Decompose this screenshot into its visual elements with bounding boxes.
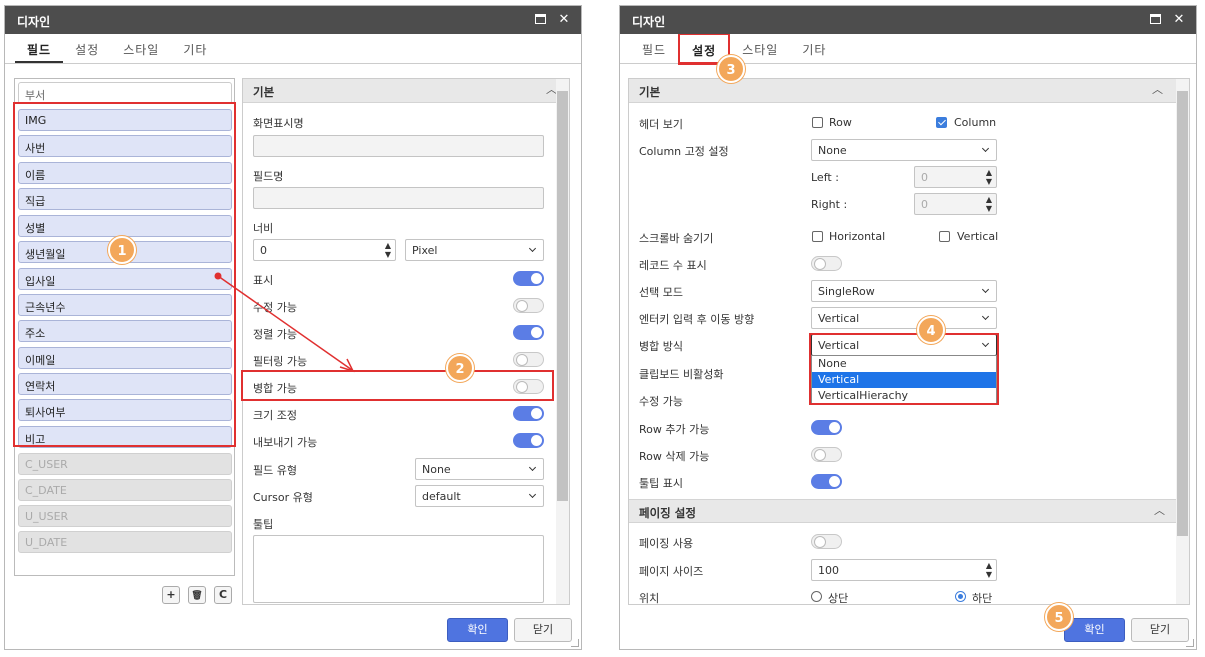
right-input[interactable]: 0 ▲ ▼ (914, 193, 997, 215)
header-view-label: 헤더 보기 (639, 118, 683, 131)
tab-bar: 필드 설정 스타일 기타 (620, 33, 1196, 65)
highlight-box-merge-dropdown (809, 333, 999, 405)
design-dialog-settings: 디자인 ✕ 필드 설정 스타일 기타 기본 ︿ 헤더 보기 Row Column … (619, 5, 1197, 650)
dialog-title: 디자인 (632, 15, 666, 29)
page-size-label: 페이지 사이즈 (639, 565, 704, 578)
column-fix-label: Column 고정 설정 (639, 145, 729, 158)
scroll-horizontal-checkbox[interactable] (812, 231, 823, 242)
section-basic[interactable]: 기본 ︿ (629, 79, 1189, 103)
toggle-row-add[interactable] (811, 420, 842, 435)
scrollbar[interactable] (1176, 79, 1189, 604)
row-delete-label: Row 삭제 가능 (639, 450, 710, 463)
scroll-vertical-checkbox[interactable] (939, 231, 950, 242)
chevron-up-icon[interactable]: ︿ (1152, 81, 1163, 97)
select-mode-label: 선택 모드 (639, 286, 683, 299)
callout-5: 5 (1045, 603, 1073, 631)
page-size-input[interactable]: 100 ▲ ▼ (811, 559, 997, 581)
ok-button[interactable]: 확인 (1064, 618, 1125, 642)
spinner-icon[interactable]: ▲ ▼ (986, 561, 992, 579)
position-top-radio[interactable] (811, 591, 822, 602)
enter-direction-select[interactable]: Vertical (811, 307, 997, 329)
header-row-checkbox[interactable] (812, 117, 823, 128)
left-value: 0 (921, 171, 928, 184)
editable-label: 수정 가능 (639, 395, 683, 408)
header-column-label: Column (954, 116, 997, 129)
merge-mode-label: 병합 방식 (639, 340, 683, 353)
section-title: 페이징 설정 (639, 506, 696, 520)
chevron-up-icon[interactable]: ︿ (1154, 502, 1165, 518)
tab-fields[interactable]: 필드 (630, 34, 678, 63)
tab-etc[interactable]: 기타 (790, 34, 838, 63)
section-title: 기본 (639, 85, 661, 99)
record-count-label: 레코드 수 표시 (639, 259, 707, 272)
scroll-horizontal-label: Horizontal (829, 230, 886, 243)
scrollbar-thumb[interactable] (1177, 91, 1188, 536)
row-add-label: Row 추가 가능 (639, 423, 710, 436)
spinner-icon[interactable]: ▲ ▼ (986, 195, 992, 213)
toggle-tooltip[interactable] (811, 474, 842, 489)
resize-grip-icon[interactable] (1186, 639, 1194, 647)
spinner-icon[interactable]: ▲ ▼ (986, 168, 992, 186)
select-mode-select[interactable]: SingleRow (811, 280, 997, 302)
right-value: 0 (921, 198, 928, 211)
clipboard-disable-label: 클립보드 비활성화 (639, 368, 724, 381)
section-paging[interactable]: 페이징 설정 ︿ (629, 499, 1177, 523)
dialog-titlebar: 디자인 ✕ (620, 6, 1196, 34)
toggle-row-delete[interactable] (811, 447, 842, 462)
header-column-checkbox[interactable] (936, 117, 947, 128)
position-bottom-radio[interactable] (955, 591, 966, 602)
tooltip-display-label: 툴팁 표시 (639, 477, 683, 490)
page-size-value: 100 (818, 564, 839, 577)
column-fix-select[interactable]: None (811, 139, 997, 161)
toggle-paging[interactable] (811, 534, 842, 549)
position-top-label: 상단 (828, 592, 849, 605)
maximize-icon[interactable] (1148, 12, 1162, 26)
arrow-annotation (214, 272, 355, 373)
scroll-vertical-label: Vertical (957, 230, 999, 243)
callout-4: 4 (917, 316, 945, 344)
close-icon[interactable]: ✕ (1172, 12, 1186, 27)
close-button[interactable]: 닫기 (1131, 618, 1189, 642)
left-input[interactable]: 0 ▲ ▼ (914, 166, 997, 188)
toggle-record-count[interactable] (811, 256, 842, 271)
header-row-label: Row (829, 116, 852, 129)
paging-use-label: 페이징 사용 (639, 537, 694, 550)
design-dialog-fields: 디자인 ✕ 필드 설정 스타일 기타 부서 IMG 사번 이름 직급 성별 생년… (4, 5, 582, 650)
right-label: Right : (811, 198, 848, 211)
enter-direction-label: 엔터키 입력 후 이동 방향 (639, 313, 755, 326)
left-label: Left : (811, 171, 839, 184)
callout-3: 3 (717, 55, 745, 83)
position-bottom-label: 하단 (972, 592, 993, 605)
scrollbar-hide-label: 스크롤바 숨기기 (639, 232, 714, 245)
position-label: 위치 (639, 592, 660, 605)
